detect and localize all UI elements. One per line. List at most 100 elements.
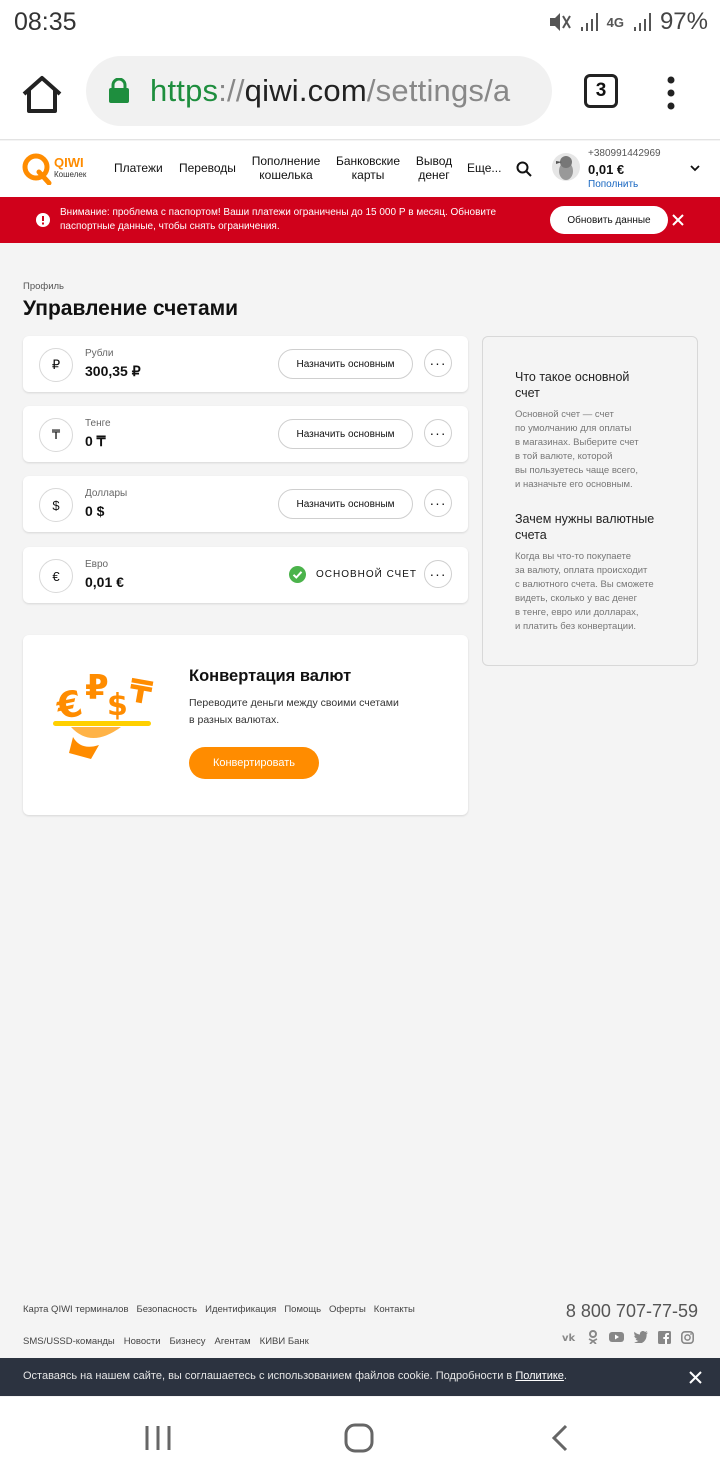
info-p2-line: в тенге, евро или долларах, xyxy=(515,607,639,618)
set-main-button[interactable]: Назначить основным xyxy=(278,489,413,519)
back-icon[interactable] xyxy=(551,1424,569,1452)
cookie-text: Оставаясь на нашем сайте, вы соглашаетес… xyxy=(23,1370,567,1382)
account-balance: 300,35 ₽ xyxy=(85,363,141,379)
set-main-button[interactable]: Назначить основным xyxy=(278,419,413,449)
footer-link-contacts[interactable]: Контакты xyxy=(374,1304,415,1315)
close-icon[interactable] xyxy=(672,214,684,226)
info-heading-2: Зачем нужны валютные счета xyxy=(515,511,654,543)
footer-links-row-2: SMS/USSD-команды Новости Бизнесу Агентам… xyxy=(23,1336,309,1347)
info-p1-line: в магазинах. Выберите счет xyxy=(515,437,639,448)
more-options-button[interactable]: ··· xyxy=(424,489,452,517)
cookie-text-end: . xyxy=(563,1370,567,1382)
qiwi-logo[interactable]: QIWI Кошелек xyxy=(22,153,92,187)
social-icons: vk xyxy=(562,1330,694,1344)
info-p1-line: по умолчанию для оплаты xyxy=(515,423,632,434)
more-menu-icon[interactable] xyxy=(664,76,678,110)
update-data-button[interactable]: Обновить данные xyxy=(550,206,668,234)
account-card-rub: ₽ Рубли 300,35 ₽ Назначить основным ··· xyxy=(23,336,468,392)
footer-link-business[interactable]: Бизнесу xyxy=(170,1336,206,1347)
dollar-icon: $ xyxy=(39,488,73,522)
set-main-button[interactable]: Назначить основным xyxy=(278,349,413,379)
avatar[interactable] xyxy=(552,153,580,181)
home-nav-icon[interactable] xyxy=(344,1423,374,1453)
account-balance: 0 $ xyxy=(85,503,105,519)
check-icon xyxy=(289,566,306,583)
close-icon[interactable] xyxy=(689,1371,702,1384)
nav-topup-wallet[interactable]: Пополнение кошелька xyxy=(250,154,322,182)
chevron-down-icon[interactable] xyxy=(690,165,700,172)
footer-phone[interactable]: 8 800 707-77-59 xyxy=(566,1301,698,1322)
nav-more[interactable]: Еще... xyxy=(467,161,501,175)
info-p1-line: и назначьте его основным. xyxy=(515,479,633,490)
footer-links-row-1: Карта QIWI терминалов Безопасность Идент… xyxy=(23,1304,415,1315)
main-account-label: ОСНОВНОЙ СЧЕТ xyxy=(316,569,417,580)
nav-topup-label-1: Пополнение xyxy=(251,154,321,168)
topup-link[interactable]: Пополнить xyxy=(588,179,638,190)
signal-icon-2 xyxy=(633,13,651,31)
conversion-text-1: Переводите деньги между своими счетами xyxy=(189,697,399,709)
alert-text: Внимание: проблема с паспортом! Ваши пла… xyxy=(60,207,497,232)
avatar-bird-icon xyxy=(556,156,573,180)
signal-icon xyxy=(580,13,598,31)
conversion-text-2: в разных валютах. xyxy=(189,714,280,726)
facebook-icon[interactable] xyxy=(658,1330,671,1344)
more-options-button[interactable]: ··· xyxy=(424,560,452,588)
info-heading-2-line-1: Зачем нужны валютные xyxy=(515,512,655,526)
instagram-icon[interactable] xyxy=(681,1330,694,1344)
account-name: Рубли xyxy=(85,348,114,359)
youtube-icon[interactable] xyxy=(609,1331,624,1343)
battery-level: 97% xyxy=(659,8,708,35)
cookie-text-main: Оставаясь на нашем сайте, вы соглашаетес… xyxy=(23,1370,513,1382)
account-name: Доллары xyxy=(85,488,128,499)
footer-link-help[interactable]: Помощь xyxy=(284,1304,321,1315)
recent-apps-icon[interactable] xyxy=(144,1425,172,1451)
ok-icon[interactable] xyxy=(587,1330,599,1344)
footer-link-terminal-map[interactable]: Карта QIWI терминалов xyxy=(23,1304,129,1315)
info-heading-1-line-2: счет xyxy=(515,386,540,400)
svg-text:$: $ xyxy=(107,688,128,723)
info-heading-1: Что такое основной счет xyxy=(515,369,629,401)
footer-link-news[interactable]: Новости xyxy=(124,1336,161,1347)
tab-switcher-button[interactable]: 3 xyxy=(584,74,618,108)
url-path: /settings/a xyxy=(366,73,511,108)
nav-bank-cards[interactable]: Банковские карты xyxy=(334,154,402,182)
mute-icon xyxy=(549,13,571,31)
info-heading-2-line-2: счета xyxy=(515,528,547,542)
footer-link-bank[interactable]: КИВИ Банк xyxy=(260,1336,309,1347)
cookie-policy-link[interactable]: Политике xyxy=(515,1370,564,1382)
footer-link-sms[interactable]: SMS/USSD-команды xyxy=(23,1336,115,1347)
convert-button[interactable]: Конвертировать xyxy=(189,747,319,779)
svg-text:vk: vk xyxy=(562,1333,576,1344)
address-bar[interactable]: https://qiwi.com/settings/a xyxy=(86,56,552,126)
nav-cards-label-1: Банковские xyxy=(335,154,401,168)
nav-transfers[interactable]: Переводы xyxy=(179,161,236,175)
more-options-button[interactable]: ··· xyxy=(424,419,452,447)
home-icon[interactable] xyxy=(20,74,64,114)
twitter-icon[interactable] xyxy=(634,1331,648,1343)
footer-link-security[interactable]: Безопасность xyxy=(137,1304,198,1315)
info-p1-line: в той валюте, которой xyxy=(515,451,613,462)
nav-more-label: Еще... xyxy=(467,161,502,175)
svg-text:₽: ₽ xyxy=(85,668,109,708)
passport-alert: Внимание: проблема с паспортом! Ваши пла… xyxy=(0,197,720,243)
conversion-title: Конвертация валют xyxy=(189,667,352,685)
tab-count: 3 xyxy=(595,80,607,101)
android-nav-bar xyxy=(0,1397,720,1480)
info-paragraph-2: Когда вы что-то покупаете за валюту, опл… xyxy=(515,550,685,634)
qiwi-logo-text: QIWI xyxy=(54,155,84,170)
footer-link-agents[interactable]: Агентам xyxy=(214,1336,250,1347)
info-p2-line: с валютного счета. Вы сможете xyxy=(515,579,654,590)
nav-withdraw[interactable]: Вывод денег xyxy=(414,154,454,182)
footer-link-identification[interactable]: Идентификация xyxy=(205,1304,276,1315)
browser-toolbar: https://qiwi.com/settings/a 3 xyxy=(0,44,720,140)
search-icon[interactable] xyxy=(516,161,532,177)
currency-tray-illustration: € ₽ $ ₸ xyxy=(52,668,155,759)
nav-payments[interactable]: Платежи xyxy=(114,161,163,175)
vk-icon[interactable]: vk xyxy=(562,1330,577,1344)
qiwi-logo-sub: Кошелек xyxy=(54,170,87,179)
account-card-usd: $ Доллары 0 $ Назначить основным ··· xyxy=(23,476,468,532)
account-card-eur: € Евро 0,01 € ОСНОВНОЙ СЧЕТ ··· xyxy=(23,547,468,603)
breadcrumb[interactable]: Профиль xyxy=(23,281,64,292)
more-options-button[interactable]: ··· xyxy=(424,349,452,377)
footer-link-offers[interactable]: Оферты xyxy=(329,1304,366,1315)
